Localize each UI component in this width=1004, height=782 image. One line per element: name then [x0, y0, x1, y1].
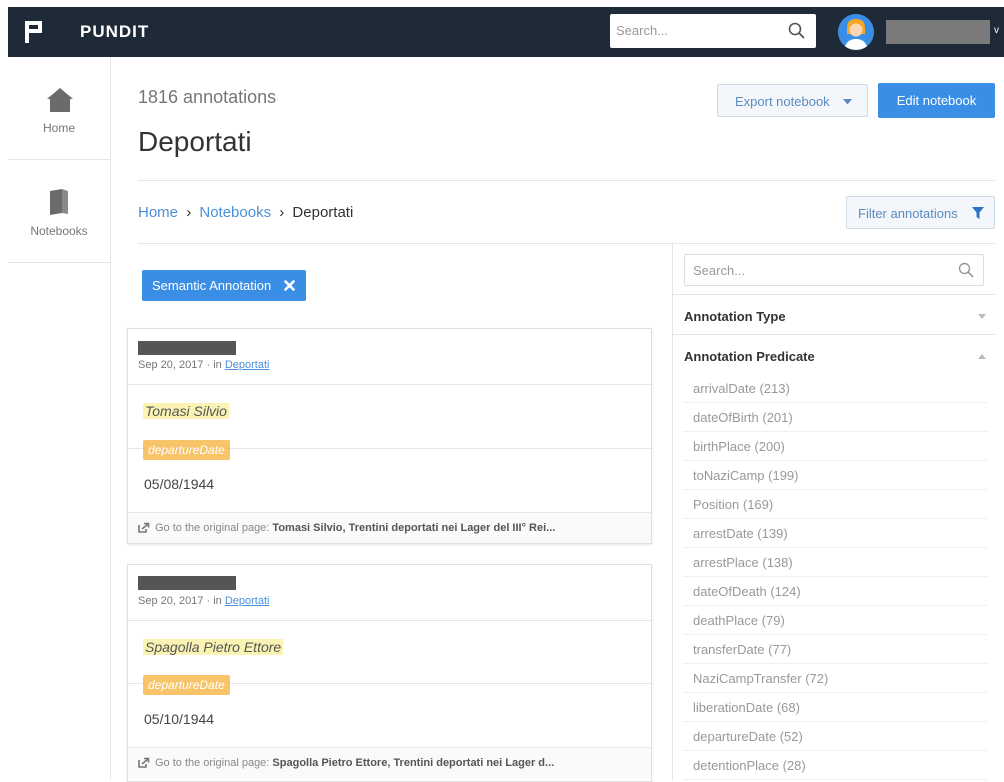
breadcrumb: Home › Notebooks › Deportati	[138, 204, 353, 221]
annotation-predicate-label: Annotation Predicate	[684, 349, 815, 364]
predicate-filter-item[interactable]: arrestDate (139)	[683, 519, 988, 548]
annotation-type-label: Annotation Type	[684, 309, 786, 324]
annotation-card: Sep 20, 2017 · in Deportati Spagolla Pie…	[127, 564, 652, 782]
annotation-count: 1816 annotations	[138, 87, 277, 107]
annotation-card: Sep 20, 2017 · in Deportati Tomasi Silvi…	[127, 328, 652, 544]
card-divider	[128, 620, 651, 621]
breadcrumb-notebooks[interactable]: Notebooks	[199, 204, 271, 221]
filter-annotations-label: Filter annotations	[858, 206, 958, 221]
predicate-filter-item[interactable]: dateOfBirth (201)	[683, 403, 988, 432]
annotation-type-section[interactable]: Annotation Type	[673, 294, 996, 335]
predicate-tag[interactable]: departureDate	[143, 440, 230, 460]
original-page-footer[interactable]: Go to the original page: Spagolla Pietro…	[128, 747, 651, 778]
header-search-input[interactable]: Search...	[616, 23, 668, 38]
search-icon[interactable]	[788, 22, 806, 40]
annotation-predicate-section[interactable]: Annotation Predicate	[673, 334, 996, 375]
breadcrumb-home[interactable]: Home	[138, 204, 178, 221]
predicate-filter-item[interactable]: departureDate (52)	[683, 722, 988, 751]
notebook-link[interactable]: Deportati	[225, 595, 270, 607]
brand-name[interactable]: PUNDIT	[80, 22, 149, 42]
original-page-text: Go to the original page: Spagolla Pietro…	[155, 748, 554, 778]
predicate-filter-item[interactable]: transferDate (77)	[683, 635, 988, 664]
original-page-footer[interactable]: Go to the original page: Tomasi Silvio, …	[128, 512, 651, 543]
breadcrumb-separator: ›	[279, 204, 285, 221]
original-page-text: Go to the original page: Tomasi Silvio, …	[155, 513, 555, 543]
external-link-icon	[138, 522, 150, 533]
nav-item-home[interactable]: Home	[8, 57, 110, 160]
author-name-redacted	[138, 576, 236, 590]
annotated-text[interactable]: Tomasi Silvio	[143, 403, 229, 419]
annotated-text[interactable]: Spagolla Pietro Ettore	[143, 639, 284, 655]
user-avatar[interactable]	[838, 14, 874, 50]
predicate-filter-item[interactable]: toNaziCamp (199)	[683, 461, 988, 490]
predicate-tag[interactable]: departureDate	[143, 675, 230, 695]
page-title: Deportati	[138, 126, 252, 157]
search-icon[interactable]	[958, 262, 974, 278]
predicate-filter-item[interactable]: liberationDate (68)	[683, 693, 988, 722]
left-sidebar-nav: Home Notebooks	[8, 57, 111, 780]
nav-label-home: Home	[42, 121, 75, 135]
export-notebook-label: Export notebook	[735, 94, 830, 109]
predicate-filter-item[interactable]: arrestPlace (138)	[683, 548, 988, 577]
predicate-filter-item[interactable]: birthPlace (200)	[683, 432, 988, 461]
annotation-meta: Sep 20, 2017 · in Deportati	[138, 595, 269, 607]
avatar-icon	[838, 14, 874, 50]
home-icon	[47, 88, 73, 112]
author-name-redacted	[138, 341, 236, 355]
original-page-link[interactable]: Tomasi Silvio, Trentini deportati nei La…	[272, 522, 555, 534]
sidebar-search-input[interactable]: Search...	[693, 263, 745, 278]
breadcrumb-separator: ›	[186, 204, 192, 221]
external-link-icon	[138, 757, 150, 768]
predicate-filter-item[interactable]: Position (169)	[683, 490, 988, 519]
annotation-date: Sep 20, 2017 · in	[138, 595, 225, 607]
caret-down-icon	[843, 99, 852, 105]
annotation-value: 05/10/1944	[144, 711, 215, 727]
edit-notebook-button[interactable]: Edit notebook	[878, 83, 995, 118]
notebook-link[interactable]: Deportati	[225, 359, 270, 371]
notebook-icon	[50, 189, 68, 215]
caret-down-icon	[978, 314, 986, 319]
pundit-logo-icon[interactable]	[22, 19, 46, 45]
divider	[138, 180, 995, 181]
predicate-filter-item[interactable]: deathPlace (79)	[683, 606, 988, 635]
filter-annotations-button[interactable]: Filter annotations	[846, 196, 995, 229]
predicate-filter-item[interactable]: NaziCampTransfer (72)	[683, 664, 988, 693]
nav-item-notebooks[interactable]: Notebooks	[8, 160, 110, 263]
nav-label-notebooks: Notebooks	[30, 224, 88, 238]
card-divider	[128, 384, 651, 385]
export-notebook-button[interactable]: Export notebook	[717, 84, 868, 117]
username-redacted[interactable]	[886, 20, 990, 44]
annotation-value: 05/08/1944	[144, 476, 215, 492]
chevron-down-icon[interactable]: v	[994, 25, 999, 36]
breadcrumb-current: Deportati	[292, 204, 354, 221]
original-page-prefix: Go to the original page:	[155, 522, 273, 534]
original-page-link[interactable]: Spagolla Pietro Ettore, Trentini deporta…	[272, 757, 554, 769]
predicate-filter-item[interactable]: dateOfDeath (124)	[683, 577, 988, 606]
caret-up-icon	[978, 354, 986, 359]
predicate-filter-item[interactable]: detentionPlace (28)	[683, 751, 988, 780]
remove-filter-icon[interactable]	[284, 280, 295, 291]
annotation-meta: Sep 20, 2017 · in Deportati	[138, 359, 269, 371]
filter-funnel-icon	[972, 207, 984, 219]
top-bar: PUNDIT Search... v	[8, 7, 1004, 57]
predicate-filter-item[interactable]: arrivalDate (213)	[683, 374, 988, 403]
annotation-date: Sep 20, 2017 · in	[138, 359, 225, 371]
active-filter-label: Semantic Annotation	[152, 278, 272, 293]
filter-sidebar: Search... Annotation Type Annotation Pre…	[672, 243, 996, 780]
original-page-prefix: Go to the original page:	[155, 757, 273, 769]
sidebar-search-box[interactable]: Search...	[684, 254, 984, 286]
active-filter-chip[interactable]: Semantic Annotation	[142, 270, 306, 301]
header-search-box[interactable]: Search...	[610, 14, 816, 48]
